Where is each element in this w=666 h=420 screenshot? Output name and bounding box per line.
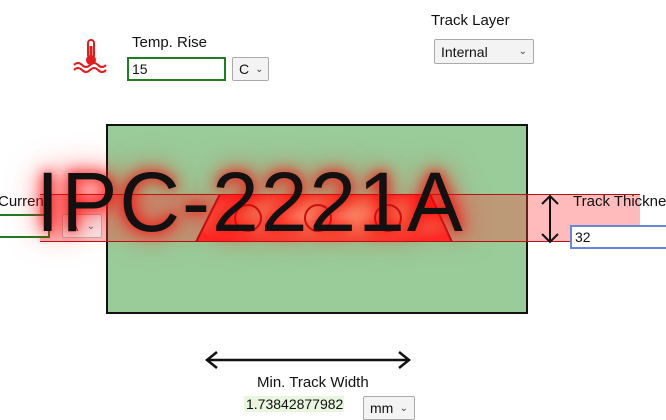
min-track-width-unit-value: mm xyxy=(370,400,394,416)
thickness-label: Track Thickness xyxy=(573,193,666,210)
track-layer-value: Internal xyxy=(441,43,488,60)
thickness-input[interactable] xyxy=(570,225,666,249)
temp-rise-input[interactable] xyxy=(127,57,226,81)
thermometer-heat-icon xyxy=(72,38,112,74)
width-arrow-icon xyxy=(204,348,412,372)
min-track-width-unit-select[interactable]: mm ⌄ xyxy=(363,396,415,420)
min-track-width-value: 1.738428779826 xyxy=(246,396,344,412)
ipc-watermark: IPC-2221A xyxy=(36,155,465,249)
chevron-down-icon: ⌄ xyxy=(518,46,527,57)
temp-rise-unit-select[interactable]: C ⌄ xyxy=(232,57,269,81)
temp-rise-label: Temp. Rise xyxy=(132,34,208,51)
chevron-down-icon: ⌄ xyxy=(255,63,264,75)
track-layer-select[interactable]: Internal ⌄ xyxy=(434,39,534,64)
track-layer-label: Track Layer xyxy=(431,12,510,29)
min-track-width-label: Min. Track Width xyxy=(257,374,369,391)
temp-rise-unit-value: C xyxy=(239,61,250,77)
thickness-arrow-icon xyxy=(538,193,562,245)
